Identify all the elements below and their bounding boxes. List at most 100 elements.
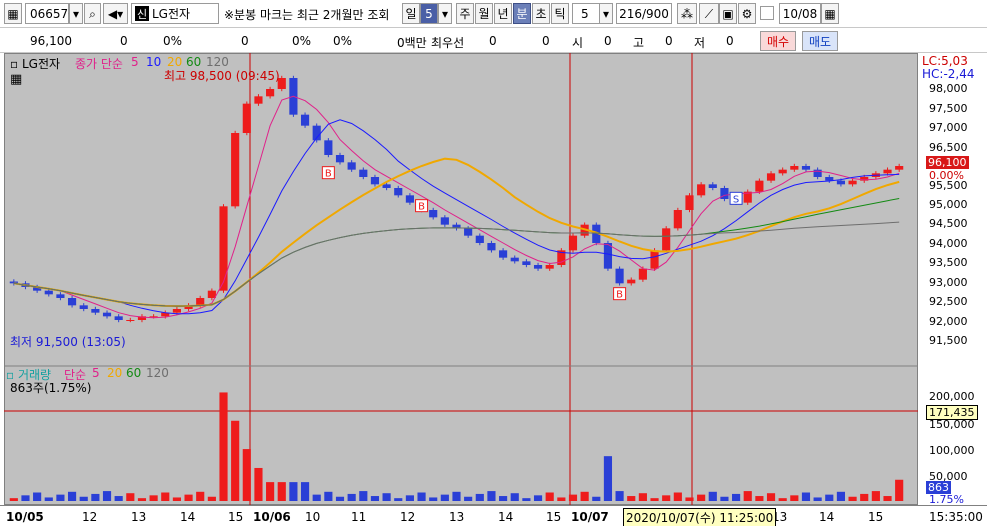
- candle-body: [533, 265, 543, 269]
- period-second-button[interactable]: 초: [532, 3, 550, 24]
- trendline-icon[interactable]: ⟋: [699, 3, 719, 24]
- x-label: 10/06: [253, 510, 291, 524]
- volume-bar: [522, 498, 531, 501]
- volume-bar: [790, 495, 799, 501]
- volume-bar: [487, 491, 496, 501]
- volume-bar: [848, 496, 857, 501]
- candle-body: [766, 173, 776, 181]
- volume-pct-value: 0%: [292, 34, 312, 48]
- time-label: 15:35:00: [929, 510, 983, 524]
- chart-canvas[interactable]: B B B S: [0, 53, 987, 505]
- settings-icon[interactable]: ⚙: [738, 3, 756, 24]
- x-label: 14: [180, 510, 196, 524]
- candle-body: [603, 243, 613, 269]
- sound-icon[interactable]: ◀▾: [103, 3, 128, 24]
- search-icon[interactable]: ⌕: [84, 3, 101, 24]
- volume-bar: [650, 498, 659, 501]
- x-label: 14: [819, 510, 835, 524]
- save-icon[interactable]: ▣: [719, 3, 737, 24]
- volume-bar: [67, 491, 77, 501]
- volume-bar: [347, 493, 356, 501]
- price-chart[interactable]: B B B S ▫ LG전자 종가 단순 5 10 20 60 120 ▦ 최고 98…: [0, 53, 987, 526]
- candle-body: [708, 184, 717, 188]
- candle-body: [720, 188, 729, 199]
- chart-type-icon[interactable]: ▦: [4, 3, 22, 24]
- candle-body: [67, 298, 77, 306]
- volume-bar: [720, 496, 729, 501]
- volume-bar: [33, 492, 42, 501]
- volume-bar: [207, 496, 216, 501]
- candle-body: [266, 89, 275, 97]
- volume-bar: [219, 392, 228, 501]
- candle-body: [895, 166, 904, 170]
- interval-dropdown[interactable]: ▾: [599, 3, 613, 24]
- buy-button[interactable]: 매수: [760, 31, 796, 51]
- volume-legend-ma-20: 20: [107, 366, 123, 380]
- volume-bar: [114, 496, 123, 501]
- volume-bar: [615, 491, 624, 501]
- interval-input[interactable]: 5: [572, 3, 600, 24]
- candle-body: [196, 298, 205, 306]
- volume-bar: [137, 498, 147, 501]
- volume-bar: [172, 497, 181, 501]
- x-label: 11: [351, 510, 367, 524]
- trade-marker-label: B: [418, 202, 425, 213]
- candle-body: [662, 228, 671, 251]
- period-month-button[interactable]: 월: [475, 3, 493, 24]
- period-year-button[interactable]: 년: [494, 3, 512, 24]
- candle-body: [231, 133, 240, 207]
- period-day-button[interactable]: 일: [402, 3, 420, 24]
- date-input[interactable]: 10/08: [779, 3, 821, 24]
- candle-body: [522, 261, 531, 265]
- open-label: 시: [572, 36, 584, 50]
- price-tick: 94,000: [929, 237, 968, 250]
- period-minute-button[interactable]: 분: [513, 3, 531, 24]
- price-tick: 98,000: [929, 82, 968, 95]
- sell-button[interactable]: 매도: [802, 31, 838, 51]
- grid-toggle-icon[interactable]: ▦: [10, 72, 22, 87]
- volume-bar: [300, 482, 310, 501]
- day-count-dropdown[interactable]: ▾: [438, 3, 452, 24]
- volume-bar: [324, 491, 333, 501]
- volume-bar: [895, 479, 904, 501]
- volume-bar: [732, 493, 741, 501]
- x-label: 10: [305, 510, 321, 524]
- day-count-value[interactable]: 5: [420, 3, 438, 24]
- price-tick: 93,500: [929, 256, 968, 269]
- volume-bar: [475, 493, 484, 501]
- trade-marker-label: B: [325, 169, 332, 180]
- volume-bar: [242, 449, 251, 501]
- x-label: 10/07: [571, 510, 609, 524]
- date-checkbox[interactable]: [760, 6, 774, 20]
- volume-bar: [370, 496, 380, 501]
- volume-legend-ma-60: 60: [126, 366, 142, 380]
- volume-bar: [289, 482, 298, 501]
- price-tick: 92,000: [929, 315, 968, 328]
- volume-bar: [196, 491, 205, 501]
- chart-toolbar: ▦ 066570 ▾ ⌕ ◀▾ 신 LG전자 ※분봉 마크는 최근 2개월만 조…: [0, 0, 987, 28]
- notice-text: ※분봉 마크는 최근 2개월만 조회: [224, 8, 390, 22]
- volume-value-label: 863주(1.75%): [10, 381, 92, 395]
- stock-code-dropdown[interactable]: ▾: [69, 3, 83, 24]
- x-label: 13: [449, 510, 465, 524]
- stock-code-input[interactable]: 066570: [25, 3, 76, 24]
- stock-name-field[interactable]: 신 LG전자: [131, 3, 219, 24]
- candle-body: [697, 184, 706, 196]
- preferred-a-value: 0: [489, 34, 497, 48]
- x-label: 12: [82, 510, 98, 524]
- amount-value: 0백만: [397, 36, 427, 50]
- candle-body: [300, 114, 310, 126]
- volume-bar: [56, 494, 65, 501]
- volume-bar: [801, 492, 811, 501]
- volume-bar: [545, 492, 554, 501]
- volume-bar: [557, 497, 566, 501]
- candle-body: [627, 279, 636, 284]
- volume-bar: [405, 495, 414, 501]
- period-week-button[interactable]: 주: [456, 3, 474, 24]
- count-display[interactable]: 216/900: [616, 3, 672, 24]
- candle-body: [172, 309, 181, 313]
- indicator-icon[interactable]: ⁂: [677, 3, 697, 24]
- candle-body: [778, 169, 787, 174]
- period-tick-button[interactable]: 틱: [551, 3, 569, 24]
- calendar-icon[interactable]: ▦: [821, 3, 839, 24]
